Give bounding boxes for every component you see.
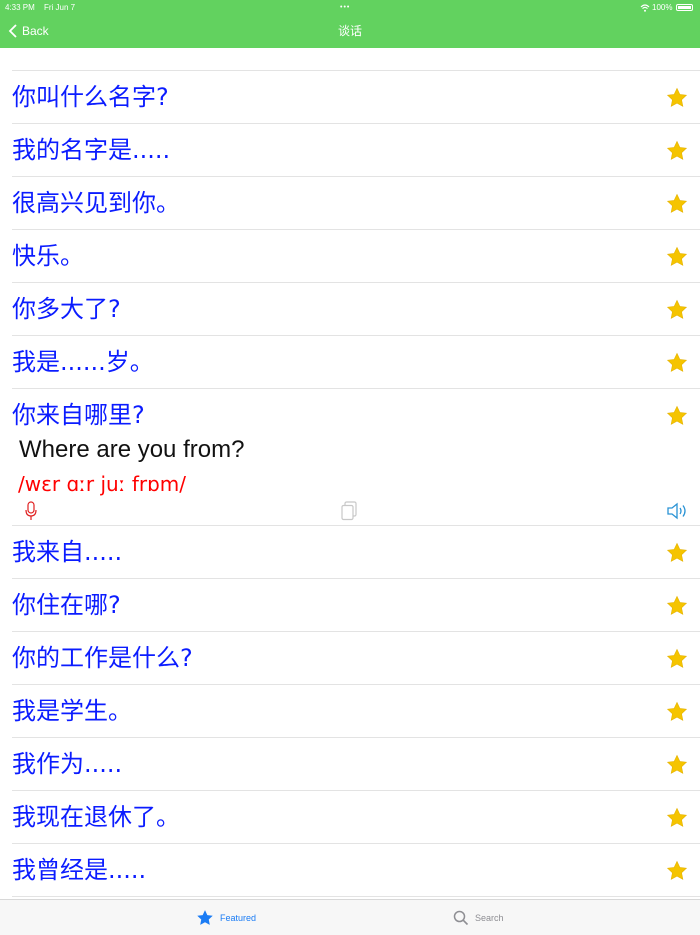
phrase-row[interactable]: 快乐。 <box>12 230 700 283</box>
phrase-row[interactable]: 我是......岁。 <box>12 336 700 389</box>
battery-icon <box>676 4 693 11</box>
star-icon[interactable] <box>666 807 688 829</box>
phrase-chinese: 我现在退休了。 <box>12 803 180 831</box>
star-icon[interactable] <box>666 140 688 162</box>
mic-icon[interactable] <box>24 501 38 521</box>
multitask-dots-icon[interactable]: ••• <box>340 2 350 14</box>
status-bar: 4:33 PM Fri Jun 7 ••• 100% <box>0 2 700 14</box>
phrase-chinese: 你叫什么名字? <box>12 83 169 111</box>
star-icon[interactable] <box>666 299 688 321</box>
star-icon[interactable] <box>666 405 688 427</box>
phrase-row[interactable]: 你多大了? <box>12 283 700 336</box>
phrase-chinese: 你的工作是什么? <box>12 644 193 672</box>
star-icon[interactable] <box>666 754 688 776</box>
phrase-chinese: 你多大了? <box>12 295 121 323</box>
phrase-chinese: 我来自..... <box>12 538 123 566</box>
star-icon[interactable] <box>666 701 688 723</box>
phrase-chinese: 我是......岁。 <box>12 348 154 376</box>
phrase-row[interactable]: 我现在退休了。 <box>12 791 700 844</box>
phrase-row[interactable]: 我曾经是..... <box>12 844 700 897</box>
tab-featured[interactable]: Featured <box>196 908 256 928</box>
phrase-list: 你叫什么名字? 我的名字是..... 很高兴见到你。 快乐。 你多大了? 我是.… <box>0 48 700 897</box>
phrase-row[interactable]: 我是学生。 <box>12 685 700 738</box>
phrase-chinese: 你来自哪里? <box>12 401 145 429</box>
phrase-chinese: 很高兴见到你。 <box>12 189 180 217</box>
phrase-chinese: 你住在哪? <box>12 591 121 619</box>
phrase-row[interactable]: 你住在哪? <box>12 579 700 632</box>
phrase-row[interactable]: 我作为..... <box>12 738 700 791</box>
status-date: Fri Jun 7 <box>44 3 76 12</box>
phrase-chinese: 我的名字是..... <box>12 136 171 164</box>
star-icon <box>197 910 213 925</box>
status-time: 4:33 PM <box>5 3 35 12</box>
wifi-icon <box>640 4 650 12</box>
phrase-row[interactable]: 我来自..... <box>12 526 700 579</box>
battery-percent: 100% <box>652 3 673 12</box>
tab-featured-label: Featured <box>220 913 257 923</box>
phrase-row[interactable]: 你的工作是什么? <box>12 632 700 685</box>
nav-header: 4:33 PM Fri Jun 7 ••• 100% Back 谈话 <box>0 0 700 48</box>
phrase-chinese: 我是学生。 <box>12 697 132 725</box>
copy-icon[interactable] <box>340 501 358 521</box>
phrase-ipa: /wɛr ɑːr juː frɒm/ <box>18 472 187 496</box>
star-icon[interactable] <box>666 87 688 109</box>
speaker-icon[interactable] <box>666 501 690 521</box>
phrase-chinese: 我作为..... <box>12 750 123 778</box>
star-icon[interactable] <box>666 246 688 268</box>
phrase-english: Where are you from? <box>19 436 245 463</box>
phrase-chinese: 快乐。 <box>12 242 84 270</box>
phrase-row[interactable]: 很高兴见到你。 <box>12 177 700 230</box>
search-icon <box>453 910 469 926</box>
list-top-spacer <box>12 48 700 71</box>
star-icon[interactable] <box>666 193 688 215</box>
tab-bar: Featured Search <box>0 899 700 935</box>
star-icon[interactable] <box>666 352 688 374</box>
star-icon[interactable] <box>666 542 688 564</box>
page-title: 谈话 <box>337 24 362 38</box>
star-icon[interactable] <box>666 595 688 617</box>
phrase-row-expanded[interactable]: 你来自哪里? Where are you from? /wɛr ɑːr juː … <box>12 389 700 526</box>
star-icon[interactable] <box>666 648 688 670</box>
tab-search-label: Search <box>475 913 504 923</box>
phrase-row[interactable]: 我的名字是..... <box>12 124 700 177</box>
phrase-row[interactable]: 你叫什么名字? <box>12 71 700 124</box>
tab-search[interactable]: Search <box>453 908 504 928</box>
star-icon[interactable] <box>666 860 688 882</box>
phrase-chinese: 我曾经是..... <box>12 856 147 884</box>
